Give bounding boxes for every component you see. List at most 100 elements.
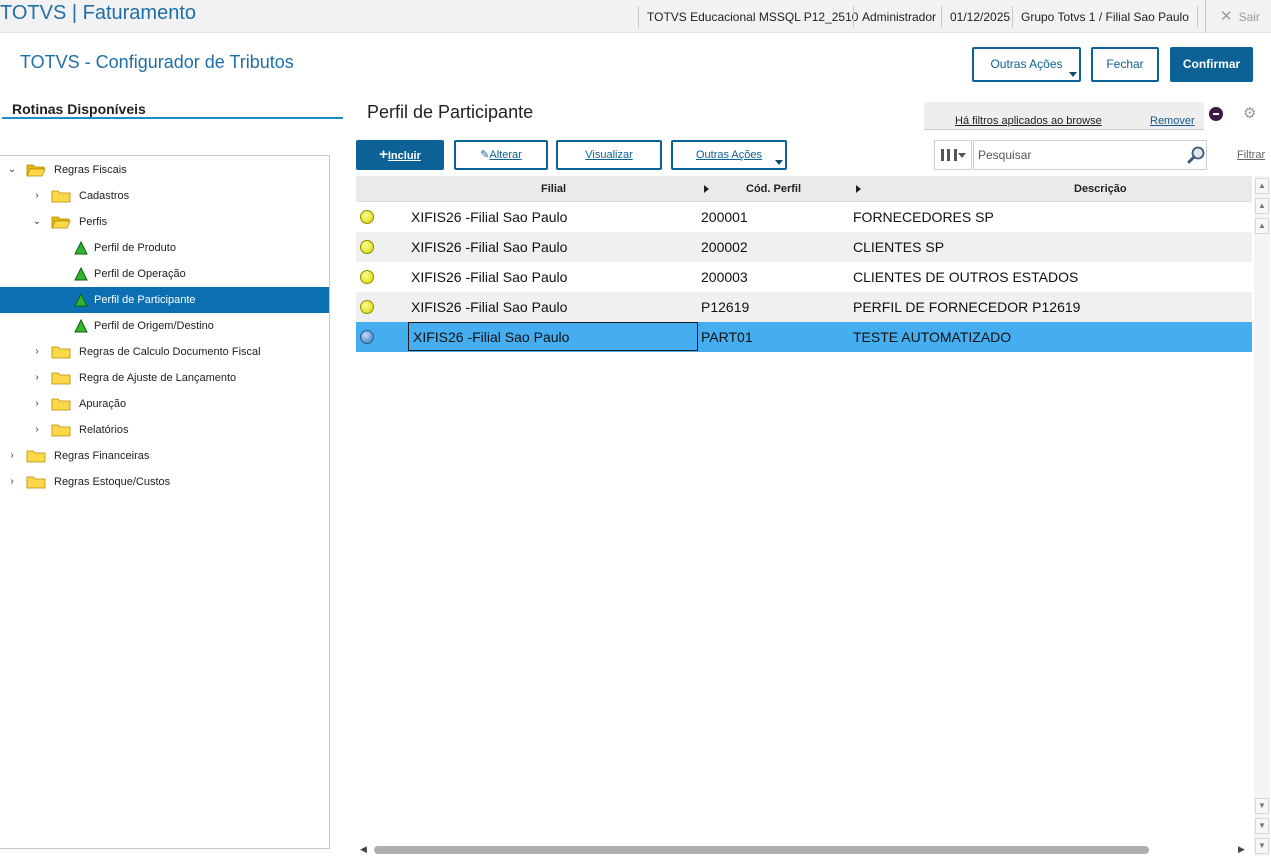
filter-link[interactable]: Filtrar (1237, 149, 1265, 161)
tree-node-perfil-produto[interactable]: Perfil de Produto (0, 235, 329, 261)
edit-button[interactable]: ✎Alterar (454, 140, 548, 170)
status-yellow-icon (360, 210, 374, 224)
column-header-filial[interactable]: Filial (541, 176, 566, 202)
search-icon[interactable] (1186, 145, 1206, 165)
chevron-right-icon[interactable]: › (31, 183, 43, 209)
scroll-page-up-icon[interactable]: ▲ (1255, 198, 1269, 214)
exit-label: Sair (1238, 10, 1260, 24)
tree-node-regras-fiscais[interactable]: ⌄ Regras Fiscais (0, 157, 329, 183)
scroll-top-icon[interactable]: ▲ (1255, 178, 1269, 194)
chevron-down-icon[interactable]: ⌄ (31, 209, 43, 235)
status-yellow-icon (360, 270, 374, 284)
tree-label: Cadastros (79, 190, 130, 202)
cell-codigo: 200002 (701, 239, 748, 255)
column-selector-button[interactable] (934, 140, 972, 170)
environment-label: TOTVS Educacional MSSQL P12_2510 (638, 6, 866, 28)
table-row[interactable]: XIFIS26 -Filial Sao Paulo 200001 FORNECE… (356, 202, 1252, 232)
tree-node-regras-calculo[interactable]: › Regras de Calculo Documento Fiscal (0, 339, 329, 365)
plus-icon: + (379, 146, 388, 163)
open-folder-icon (26, 164, 46, 177)
tree-node-perfis[interactable]: ⌄ Perfis (0, 209, 329, 235)
horizontal-scrollbar[interactable]: ◀ ▶ (356, 843, 1252, 857)
tree-node-regra-ajuste[interactable]: › Regra de Ajuste de Lançamento (0, 365, 329, 391)
table-row[interactable]: XIFIS26 -Filial Sao Paulo 200003 CLIENTE… (356, 262, 1252, 292)
folder-icon (51, 398, 71, 411)
routines-tree: ⌄ Regras Fiscais › Cadastros ⌄ Perfis Pe… (0, 155, 330, 849)
columns-icon (941, 149, 957, 161)
tree-label: Perfil de Participante (94, 294, 196, 306)
cell-codigo: 200001 (701, 209, 748, 225)
tree-label: Regras de Calculo Documento Fiscal (79, 346, 261, 358)
close-button[interactable]: Fechar (1091, 47, 1159, 82)
search-input[interactable] (973, 140, 1207, 170)
tree-node-apuracao[interactable]: › Apuração (0, 391, 329, 417)
open-folder-icon (51, 216, 71, 229)
browse-other-actions-button[interactable]: Outras Ações (671, 140, 787, 170)
chevron-right-icon[interactable]: › (31, 391, 43, 417)
tree-node-cadastros[interactable]: › Cadastros (0, 183, 329, 209)
chevron-right-icon[interactable]: › (31, 339, 43, 365)
cell-filial: XIFIS26 -Filial Sao Paulo (411, 269, 568, 285)
caret-down-icon (775, 160, 783, 165)
tree-node-perfil-origem-destino[interactable]: Perfil de Origem/Destino (0, 313, 329, 339)
sort-arrow-icon[interactable] (856, 185, 861, 193)
vertical-scrollbar[interactable]: ▲ ▲ ▲ ▼ ▼ ▼ (1254, 176, 1270, 856)
filters-applied-link[interactable]: Há filtros aplicados ao browse (955, 115, 1102, 127)
folder-icon (51, 372, 71, 385)
table-row-selected[interactable]: XIFIS26 -Filial Sao Paulo PART01 TESTE A… (356, 322, 1252, 352)
tree-node-regras-estoque[interactable]: › Regras Estoque/Custos (0, 469, 329, 495)
exit-button[interactable]: ✕ Sair (1205, 0, 1271, 33)
cell-descricao: FORNECEDORES SP (853, 209, 994, 225)
scroll-up-icon[interactable]: ▲ (1255, 218, 1269, 234)
edit-label: Alterar (489, 149, 522, 161)
green-triangle-icon (74, 293, 88, 307)
chevron-down-icon[interactable]: ⌄ (6, 157, 18, 183)
legend-icon[interactable] (1209, 107, 1223, 121)
sort-arrow-icon[interactable] (704, 185, 709, 193)
tree-label: Regras Fiscais (54, 164, 127, 176)
status-yellow-icon (360, 240, 374, 254)
tree-label: Regras Estoque/Custos (54, 476, 171, 488)
tree-label: Perfil de Operação (94, 268, 186, 280)
chevron-right-icon[interactable]: › (6, 443, 18, 469)
table-row[interactable]: XIFIS26 -Filial Sao Paulo 200002 CLIENTE… (356, 232, 1252, 262)
tree-node-perfil-operacao[interactable]: Perfil de Operação (0, 261, 329, 287)
tree-node-perfil-participante[interactable]: Perfil de Participante (0, 287, 329, 313)
header-other-actions-button[interactable]: Outras Ações (972, 47, 1081, 82)
filter-info-box: Há filtros aplicados ao browse Remover (924, 102, 1204, 130)
scroll-left-icon[interactable]: ◀ (360, 844, 367, 855)
green-triangle-icon (74, 319, 88, 333)
column-header-codigo[interactable]: Cód. Perfil (746, 176, 801, 202)
cell-codigo: PART01 (701, 329, 753, 345)
folder-icon (26, 450, 46, 463)
chevron-right-icon[interactable]: › (6, 469, 18, 495)
cell-descricao: PERFIL DE FORNECEDOR P12619 (853, 299, 1081, 315)
green-triangle-icon (74, 267, 88, 281)
page-title: TOTVS - Configurador de Tributos (20, 52, 294, 72)
scroll-down-icon[interactable]: ▼ (1255, 798, 1269, 814)
tree-node-regras-financeiras[interactable]: › Regras Financeiras (0, 443, 329, 469)
cell-codigo: P12619 (701, 299, 750, 315)
remove-filter-link[interactable]: Remover (1150, 115, 1195, 127)
chevron-right-icon[interactable]: › (31, 417, 43, 443)
gear-icon[interactable]: ⚙ (1243, 104, 1256, 122)
user-label: Administrador (853, 6, 944, 28)
include-button[interactable]: +Incluir (356, 140, 444, 170)
browse-other-actions-label: Outras Ações (695, 149, 763, 161)
horizontal-scroll-thumb[interactable] (374, 846, 1149, 854)
scroll-bottom-icon[interactable]: ▼ (1255, 838, 1269, 854)
chevron-right-icon[interactable]: › (31, 365, 43, 391)
tree-label: Apuração (79, 398, 127, 410)
confirm-button[interactable]: Confirmar (1170, 47, 1253, 82)
green-triangle-icon (74, 241, 88, 255)
app-title: TOTVS | Faturamento (0, 2, 197, 24)
tree-node-relatorios[interactable]: › Relatórios (0, 417, 329, 443)
header-other-actions-label: Outras Ações (990, 57, 1063, 71)
table-row[interactable]: XIFIS26 -Filial Sao Paulo P12619 PERFIL … (356, 292, 1252, 322)
scroll-right-icon[interactable]: ▶ (1238, 844, 1245, 855)
view-button[interactable]: Visualizar (556, 140, 662, 170)
scroll-page-down-icon[interactable]: ▼ (1255, 818, 1269, 834)
status-blue-icon (360, 330, 374, 344)
tree-label: Perfil de Produto (94, 242, 176, 254)
column-header-descricao[interactable]: Descrição (1074, 176, 1127, 202)
